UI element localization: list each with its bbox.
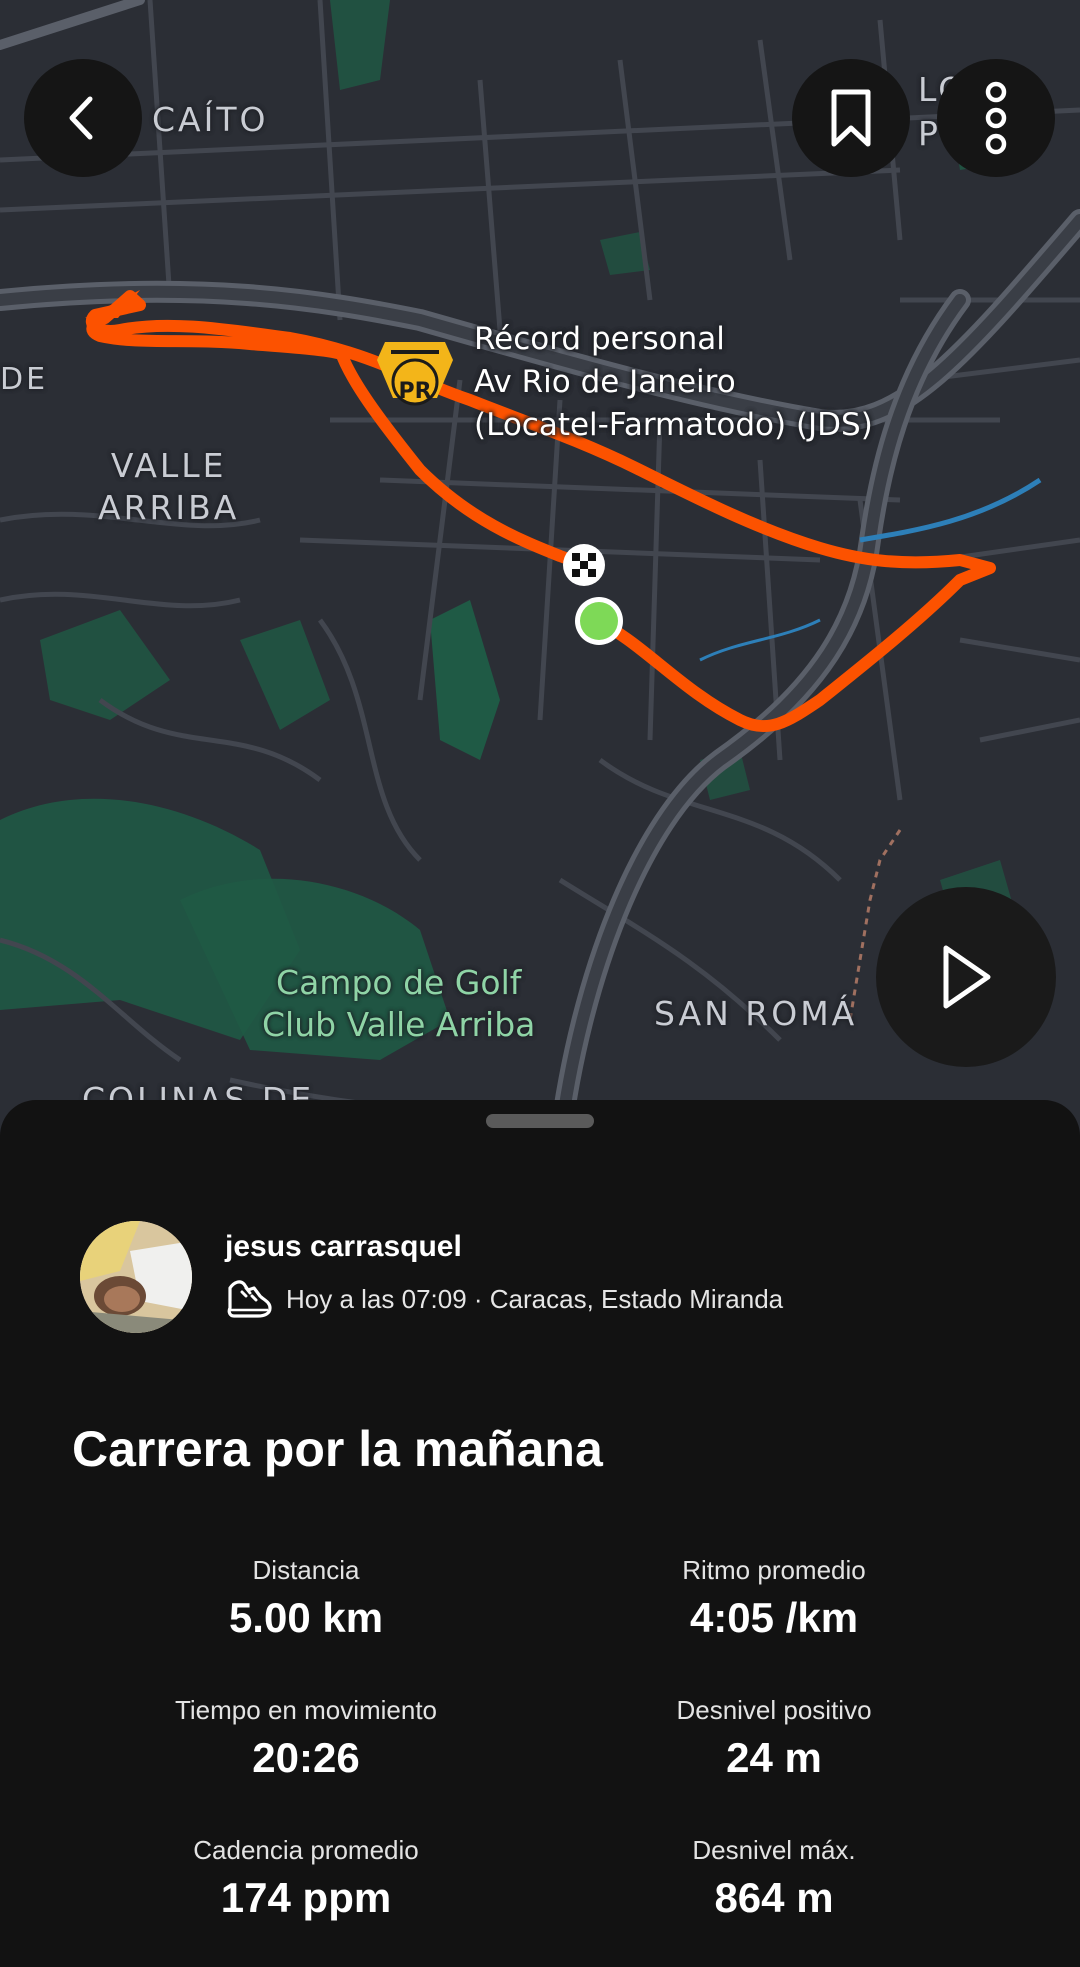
athlete-name[interactable]: jesus carrasquel (225, 1230, 462, 1264)
stat-value: 24 m (726, 1734, 822, 1781)
stat-distance: Distancia 5.00 km (86, 1552, 526, 1642)
bookmark-icon (831, 89, 871, 147)
stat-label: Tiempo en movimiento (174, 1695, 438, 1725)
avatar-image (80, 1221, 192, 1333)
stat-value: 4:05 /km (689, 1594, 859, 1641)
play-icon (943, 945, 991, 1009)
stat-avg-pace: Ritmo promedio 4:05 /km (554, 1552, 994, 1642)
stat-value: 864 m (714, 1874, 834, 1921)
avatar[interactable] (80, 1221, 192, 1333)
map-label-golf-line2: Club Valle Arriba (262, 1005, 536, 1044)
stat-max-elevation: Desnivel máx. 864 m (554, 1832, 994, 1922)
stat-value: 5.00 km (228, 1594, 384, 1641)
map-label-de: DE (0, 362, 49, 397)
activity-title: Carrera por la mañana (72, 1421, 603, 1477)
map-label-caito: CAÍTO (152, 100, 269, 139)
more-vertical-icon (985, 81, 1007, 155)
activity-date-location: Hoy a las 07:09 · Caracas, Estado Mirand… (286, 1283, 784, 1314)
start-marker (580, 602, 618, 640)
map-label-arriba: ARRIBA (98, 488, 240, 527)
pr-callout-segment: Av Rio de Janeiro (474, 364, 736, 400)
bookmark-button[interactable] (792, 59, 910, 177)
stat-avg-cadence: Cadencia promedio 174 ppm (86, 1832, 526, 1922)
activity-sheet: jesus carrasquel Hoy a las 07:09 · Carac… (0, 1100, 1080, 1967)
stat-label: Distancia (252, 1555, 360, 1585)
play-flyover-button[interactable] (876, 887, 1056, 1067)
stat-value: 20:26 (252, 1734, 360, 1781)
pr-callout-title: Récord personal (474, 321, 725, 357)
stat-label: Cadencia promedio (193, 1835, 419, 1865)
stat-value: 174 ppm (220, 1874, 392, 1921)
finish-marker (563, 544, 605, 586)
pr-badge-label: PR (398, 379, 431, 404)
activity-meta: Hoy a las 07:09 · Caracas, Estado Mirand… (224, 1276, 783, 1322)
map-label-valle-arriba: VALLE ARRIBA (98, 445, 239, 529)
stat-label: Desnivel positivo (676, 1695, 872, 1725)
stat-label: Ritmo promedio (682, 1555, 866, 1585)
pr-callout-segment-detail: (Locatel-Farmatodo) (JDS) (474, 407, 873, 443)
more-options-button[interactable] (937, 59, 1055, 177)
map-label-san-roman: SAN ROMÁ (654, 994, 858, 1033)
back-icon (69, 96, 93, 140)
pr-callout[interactable]: Récord personal Av Rio de Janeiro (Locat… (474, 318, 873, 447)
route-map[interactable]: PR CAÍTO DE VALLE ARRIBA Campo de Golf C… (0, 0, 1080, 1140)
sheet-drag-handle[interactable] (486, 1114, 594, 1128)
map-label-golf-line1: Campo de Golf (276, 963, 522, 1002)
stat-moving-time: Tiempo en movimiento 20:26 (86, 1692, 526, 1782)
back-button[interactable] (24, 59, 142, 177)
running-shoe-icon (227, 1280, 272, 1318)
stat-elevation-gain: Desnivel positivo 24 m (554, 1692, 994, 1782)
map-label-valle: VALLE (110, 446, 227, 485)
stat-label: Desnivel máx. (692, 1835, 856, 1865)
map-label-golf: Campo de Golf Club Valle Arriba (262, 962, 535, 1046)
